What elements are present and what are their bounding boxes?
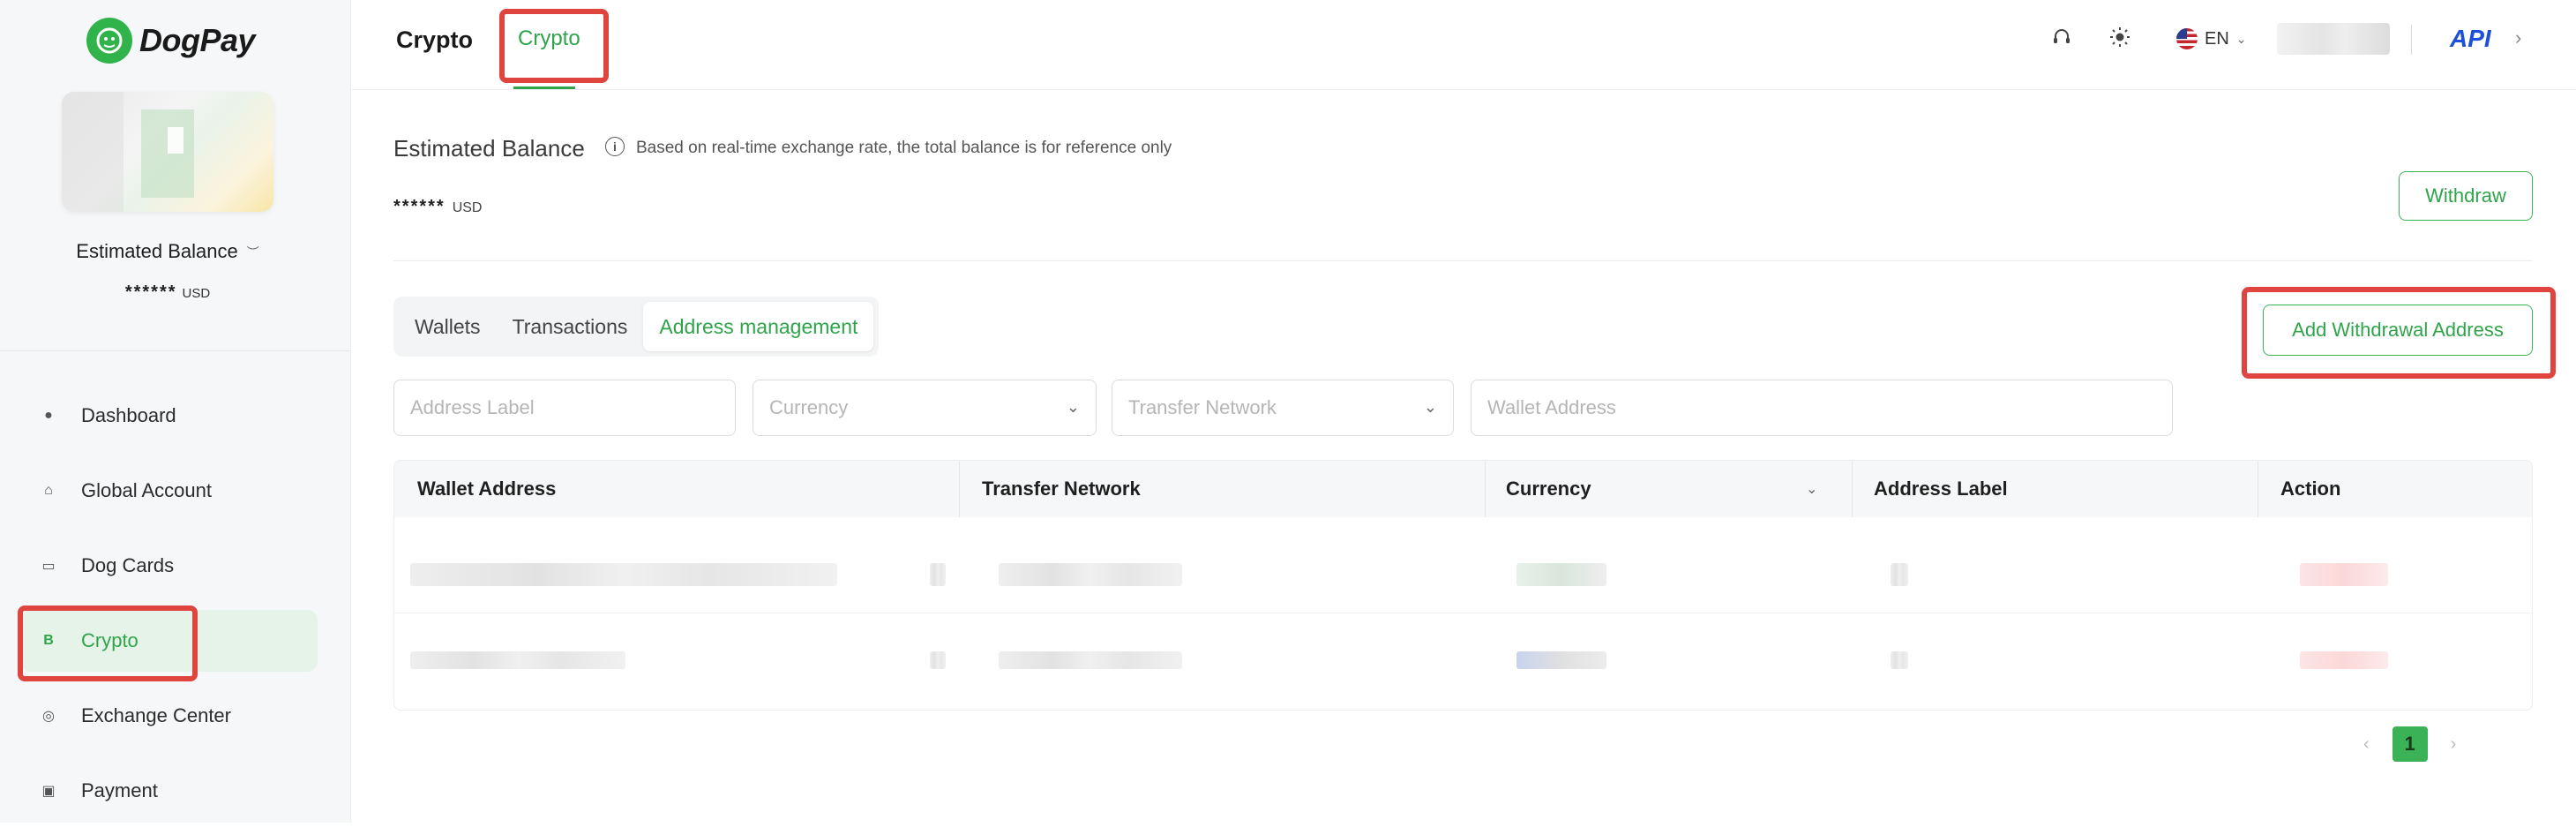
sidebar-item-exchange-center[interactable]: ◎ Exchange Center <box>21 685 318 747</box>
copy-icon[interactable] <box>930 563 946 586</box>
api-link[interactable]: API <box>2450 25 2491 53</box>
table-row[interactable] <box>394 517 2532 614</box>
blurred-label <box>1891 563 1908 586</box>
currency-select[interactable]: Currency ⌄ <box>753 380 1097 436</box>
sidebar-balance-label: Estimated Balance ︶ <box>0 240 335 263</box>
sidebar-item-label: Payment <box>81 779 158 801</box>
table-row[interactable] <box>394 614 2532 710</box>
sidebar-item-label: Dashboard <box>81 404 176 426</box>
bank-icon: ⌂ <box>44 483 53 498</box>
chevron-down-icon: ⌄ <box>1423 398 1437 416</box>
bitcoin-icon: B <box>43 633 54 648</box>
sidebar: DogPay Estimated Balance ︶ ****** USD ● Da… <box>0 0 351 823</box>
sidebar-balance-label-text: Estimated Balance <box>76 240 238 262</box>
table-header: Wallet Address Transfer Network Currency… <box>394 461 2532 517</box>
blurred-network <box>999 563 1182 586</box>
sidebar-item-crypto[interactable]: B Crypto <box>21 610 318 672</box>
currency-sort-chevron-icon[interactable]: ⌄ <box>1806 461 1817 517</box>
sun-theme-icon[interactable] <box>2109 26 2130 53</box>
sidebar-divider <box>0 350 351 351</box>
sidebar-item-global-account[interactable]: ⌂ Global Account <box>21 460 318 522</box>
dog-logo-icon <box>86 18 132 64</box>
next-page-chevron-icon[interactable]: › <box>2451 734 2457 755</box>
chevron-down-icon: ⌄ <box>1066 398 1080 416</box>
dog-card-image[interactable] <box>62 92 273 212</box>
blurred-label <box>1891 651 1908 669</box>
column-address-label: Address Label <box>1874 478 2008 500</box>
sidebar-item-dog-cards[interactable]: ▭ Dog Cards <box>21 535 318 597</box>
tab-crypto-underline <box>513 87 575 89</box>
headset-icon[interactable] <box>2051 26 2072 53</box>
language-label: EN <box>2205 28 2229 49</box>
prev-page-chevron-icon[interactable]: ‹ <box>2363 734 2370 755</box>
balance-amount: ****** <box>393 197 446 216</box>
brand-logo[interactable]: DogPay <box>86 18 256 64</box>
page-title: Crypto <box>396 26 473 53</box>
info-icon[interactable]: i <box>605 137 625 156</box>
balance-unit: USD <box>452 200 483 215</box>
content-tabs: Wallets Transactions Address management <box>393 297 880 357</box>
sidebar-nav: ● Dashboard ⌂ Global Account ▭ Dog Cards… <box>21 385 318 835</box>
language-selector[interactable]: EN ⌄ <box>2176 28 2247 49</box>
dashboard-icon: ● <box>44 408 53 423</box>
us-flag-icon <box>2176 28 2198 49</box>
page-1-button[interactable]: 1 <box>2392 726 2428 762</box>
blurred-wallet-address <box>410 563 837 586</box>
network-select-placeholder: Transfer Network <box>1128 396 1277 418</box>
sidebar-item-payment[interactable]: ▣ Payment <box>21 760 318 822</box>
blurred-action[interactable] <box>2300 651 2388 669</box>
column-currency: Currency <box>1506 478 1591 500</box>
eye-closed-icon[interactable]: ︶ <box>247 244 259 261</box>
estimated-balance-value: ****** USD <box>393 197 482 217</box>
sidebar-item-label: Exchange Center <box>81 704 231 726</box>
transfer-network-select[interactable]: Transfer Network ⌄ <box>1112 380 1454 436</box>
tab-crypto[interactable]: Crypto <box>518 26 580 51</box>
card-icon: ▭ <box>41 559 56 574</box>
copy-icon[interactable] <box>930 651 946 669</box>
exchange-icon: ◎ <box>42 709 55 724</box>
estimated-balance-note: Based on real-time exchange rate, the to… <box>636 139 1172 157</box>
sidebar-item-label: Global Account <box>81 479 212 501</box>
brand-name: DogPay <box>139 22 256 58</box>
sidebar-item-label: Dog Cards <box>81 554 175 576</box>
blurred-network <box>999 651 1182 669</box>
sidebar-balance-value: ****** USD <box>0 282 335 303</box>
user-avatar-blurred[interactable] <box>2277 23 2390 55</box>
section-divider <box>393 260 2533 261</box>
blurred-action[interactable] <box>2300 563 2388 586</box>
pagination: ‹ 1 › <box>2363 726 2456 762</box>
wallet-icon: ▣ <box>41 784 56 799</box>
blurred-currency <box>1516 563 1606 586</box>
wallet-address-input[interactable]: Wallet Address <box>1471 380 2173 436</box>
sidebar-balance-unit: USD <box>182 286 211 301</box>
top-header: Crypto Crypto EN ⌄ API › <box>352 0 2576 90</box>
estimated-balance-title: Estimated Balance <box>393 135 585 162</box>
chevron-right-icon[interactable]: › <box>2515 26 2521 49</box>
sidebar-item-label: Crypto <box>81 629 139 651</box>
sidebar-balance-amount: ****** <box>124 282 177 302</box>
blurred-wallet-address <box>410 651 625 669</box>
sidebar-item-dashboard[interactable]: ● Dashboard <box>21 385 318 447</box>
tab-transactions[interactable]: Transactions <box>497 302 644 351</box>
add-withdrawal-address-button[interactable]: Add Withdrawal Address <box>2263 305 2533 356</box>
chevron-down-icon: ⌄ <box>2235 31 2247 46</box>
withdraw-button[interactable]: Withdraw <box>2399 171 2533 221</box>
tab-wallets[interactable]: Wallets <box>399 302 497 351</box>
main-content: Estimated Balance i Based on real-time e… <box>352 91 2576 823</box>
address-label-input[interactable]: Address Label <box>393 380 736 436</box>
tab-address-management[interactable]: Address management <box>643 302 874 351</box>
column-wallet-address: Wallet Address <box>417 478 557 500</box>
blurred-currency <box>1516 651 1606 669</box>
column-transfer-network: Transfer Network <box>982 478 1141 500</box>
header-divider <box>2411 25 2412 55</box>
column-action: Action <box>2280 478 2341 500</box>
currency-select-placeholder: Currency <box>769 396 849 418</box>
address-table: Wallet Address Transfer Network Currency… <box>393 460 2533 711</box>
